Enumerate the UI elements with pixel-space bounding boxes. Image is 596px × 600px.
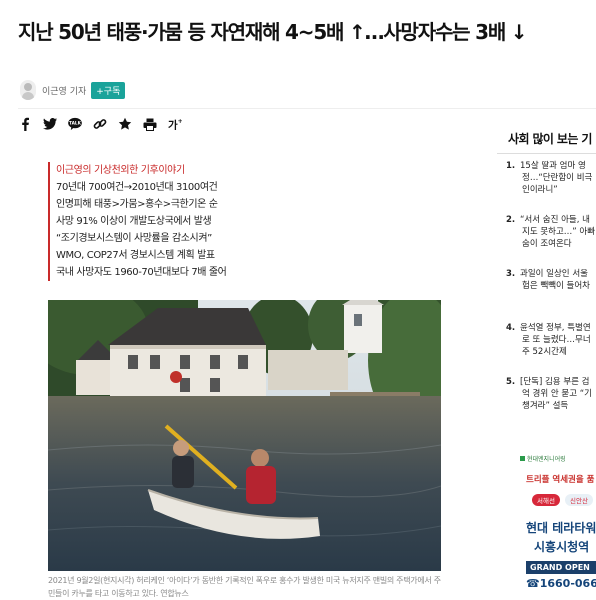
article-summary: 이근영의 기상천외한 기후이야기 70년대 700여건→2010년대 3100여… (48, 162, 448, 281)
print-icon[interactable] (143, 117, 157, 131)
popular-item-line: 과일이 일상인 서울 (520, 269, 588, 279)
ad-title: 현대 테라타워 (526, 521, 596, 535)
share-toolbar: TALK 가+ (18, 117, 193, 131)
popular-item[interactable]: 1. 15살 딸과 엄마 영 정…“단란함이 비극 인이라니” (506, 160, 596, 196)
popular-item-line: 챙겨라” 설득 (522, 401, 569, 411)
ad-logo-icon (520, 456, 525, 461)
popular-item-line: “서서 숨진 아들, 내 (520, 215, 590, 225)
reporter-avatar[interactable] (20, 80, 36, 100)
ad-open-badge: GRAND OPEN (526, 561, 596, 574)
ad-promo: 트리플 역세권을 품 (526, 475, 595, 485)
ad-title: 시흥시청역 (534, 540, 590, 554)
rank-number: 1. (506, 161, 516, 171)
popular-item-line: 15살 딸과 엄마 영 (520, 161, 586, 171)
ad-brand: 현대엔지니어링 (527, 456, 566, 463)
rank-number: 5. (506, 377, 516, 387)
series-title[interactable]: 이근영의 기상천외한 기후이야기 (56, 162, 448, 179)
popular-item-line: 지도 못하고…” 아빠 (522, 227, 596, 237)
sidebar-ad[interactable]: 현대엔지니어링 트리플 역세권을 품 서해선 신안산 현대 테라타워 시흥시청역… (512, 448, 596, 595)
summary-line: 국내 사망자도 1960-70년대보다 7배 줄어 (56, 267, 227, 278)
popular-item[interactable]: 5. [단독] 김용 부른 검 억 경위 안 묻고 “기 챙겨라” 설득 (506, 376, 596, 412)
article-headline: 지난 50년 태풍·가뭄 등 자연재해 4~5배 ↑…사망자수는 3배 ↓ (18, 20, 528, 44)
kakaotalk-icon[interactable]: TALK (68, 117, 82, 131)
font-size-icon[interactable]: 가+ (168, 117, 182, 131)
reporter-name[interactable]: 이근영 기자 (42, 84, 86, 97)
svg-text:가: 가 (168, 118, 178, 131)
svg-text:+: + (178, 118, 182, 125)
sidebar-title: 사회 많이 보는 기 (508, 132, 592, 146)
byline: 이근영 기자 +구독 (20, 80, 126, 100)
sidebar-header: 사회 많이 보는 기 (508, 130, 596, 147)
popular-item-line: 숨이 조여온다 (522, 239, 572, 249)
link-icon[interactable] (93, 117, 107, 131)
summary-line: 인명피해 태풍>가뭄>홍수>극한기온 순 (56, 199, 218, 210)
popular-item[interactable]: 4. 윤석열 정부, 특별연 로 또 늘렸다…무너 주 52시간제 (506, 322, 596, 358)
photo-caption: 2021년 9월2일(현지시각) 허리케인 ‘아이다’가 동반한 기록적인 폭우… (48, 574, 448, 600)
svg-text:TALK: TALK (69, 121, 82, 127)
rank-number: 2. (506, 215, 516, 225)
divider (18, 108, 596, 109)
popular-item[interactable]: 2. “서서 숨진 아들, 내 지도 못하고…” 아빠 숨이 조여온다 (506, 214, 596, 250)
summary-box: 이근영의 기상천외한 기후이야기 70년대 700여건→2010년대 3100여… (48, 162, 448, 281)
popular-item-line: [단독] 김용 부른 검 (520, 377, 590, 387)
article-photo (48, 300, 441, 571)
subscribe-button[interactable]: +구독 (91, 81, 126, 99)
popular-item-line: 윤석열 정부, 특별연 (520, 323, 591, 333)
popular-item-line: 험은 빽빽이 들어차 (522, 281, 590, 291)
summary-line: WMO, COP27서 경보시스템 계획 발표 (56, 250, 215, 261)
sidebar-divider (497, 153, 596, 154)
popular-item[interactable]: 3. 과일이 일상인 서울 험은 빽빽이 들어차 (506, 268, 596, 292)
twitter-icon[interactable] (43, 117, 57, 131)
ad-tag: 신안산 (565, 494, 593, 506)
ad-phone: 1660-0660 (539, 577, 596, 590)
caption-line: 2021년 9월2일(현지시각) 허리케인 ‘아이다’가 동반한 기록적인 폭우… (48, 576, 441, 585)
popular-item-line: 억 경위 안 묻고 “기 (522, 389, 592, 399)
facebook-icon[interactable] (18, 117, 32, 131)
rank-number: 3. (506, 269, 516, 279)
star-icon[interactable] (118, 117, 132, 131)
phone-icon: ☎ (526, 577, 540, 590)
summary-line: 70년대 700여건→2010년대 3100여건 (56, 182, 218, 193)
summary-line: 사망 91% 이상이 개발도상국에서 발생 (56, 216, 212, 227)
popular-item-line: 로 또 늘렸다…무너 (522, 335, 591, 345)
rank-number: 4. (506, 323, 516, 333)
popular-item-line: 인이라니” (522, 185, 558, 195)
caption-line: 민들이 카누를 타고 이동하고 있다. 연합뉴스 (48, 589, 189, 598)
summary-line: “조기경보시스템이 사망률을 감소시켜” (56, 233, 212, 244)
ad-tag: 서해선 (532, 494, 560, 506)
popular-item-line: 주 52시간제 (522, 347, 567, 357)
popular-item-line: 정…“단란함이 비극 (522, 173, 593, 183)
